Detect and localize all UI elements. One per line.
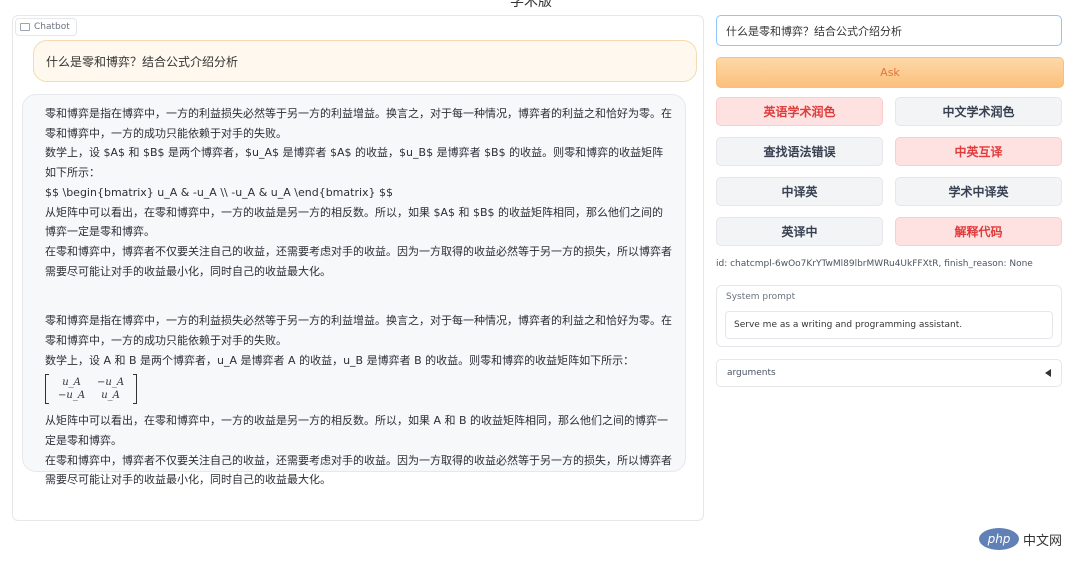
system-prompt-input[interactable]	[725, 311, 1053, 339]
status-id: id: chatcmpl-6wOo7KrYTwMl89lbrMWRu4UkFFX…	[716, 259, 1033, 269]
user-message-text: 什么是零和博弈？结合公式介绍分析	[46, 54, 239, 69]
system-prompt-label: System prompt	[726, 292, 796, 302]
chat-icon	[20, 23, 30, 31]
grammar-check-button[interactable]: 查找语法错误	[716, 137, 883, 166]
bot-raw-line: 在零和博弈中，博弈者不仅要关注自己的收益，还需要考虑对手的收益。因为一方取得的收…	[45, 244, 672, 278]
en-to-zh-button[interactable]: 英译中	[716, 217, 883, 246]
system-prompt-panel: System prompt	[716, 285, 1062, 347]
php-logo-icon: php	[979, 528, 1019, 550]
arguments-label: arguments	[727, 368, 776, 378]
bot-raw-line: 零和博弈是指在博弈中，一方的利益损失必然等于另一方的利益增益。换言之，对于每一种…	[45, 107, 672, 140]
chatbot-panel: Chatbot 什么是零和博弈？结合公式介绍分析 零和博弈是指在博弈中，一方的利…	[12, 15, 704, 521]
matrix-bracket-left	[45, 374, 49, 405]
bot-rendered-paragraph: 零和博弈是指在博弈中，一方的利益损失必然等于另一方的利益增益。换言之，对于每一种…	[45, 314, 672, 348]
chinese-polish-button[interactable]: 中文学术润色	[895, 97, 1062, 126]
bot-message: 零和博弈是指在博弈中，一方的利益损失必然等于另一方的利益增益。换言之，对于每一种…	[22, 94, 686, 486]
bot-raw-line: $$ \begin{bmatrix} u_A & -u_A \\ -u_A & …	[45, 185, 394, 199]
bot-raw-line: 数学上，设 $A$ 和 $B$ 是两个博弈者，$u_A$ 是博弈者 $A$ 的收…	[45, 146, 664, 180]
user-message: 什么是零和博弈？结合公式介绍分析	[33, 40, 697, 82]
matrix-cell: −u_A	[58, 390, 86, 402]
bot-raw-line: 从矩阵中可以看出，在零和博弈中，一方的收益是另一方的相反数。所以，如果 $A$ …	[45, 205, 664, 239]
matrix-cell: u_A	[101, 390, 120, 402]
bot-rendered-paragraph: 在零和博弈中，博弈者不仅要关注自己的收益，还需要考虑对手的收益。因为一方取得的收…	[45, 453, 672, 487]
bot-rendered-paragraph: 从矩阵中可以看出，在零和博弈中，一方的收益是另一方的相反数。所以，如果 A 和 …	[45, 414, 669, 447]
page-title-fragment: 学术版	[510, 0, 552, 10]
explain-code-button[interactable]: 解释代码	[895, 217, 1062, 246]
payoff-matrix: u_A −u_A −u_A u_A	[45, 371, 138, 407]
matrix-cell: u_A	[62, 377, 81, 389]
chatbot-label: Chatbot	[15, 18, 77, 36]
caret-left-icon	[1045, 369, 1051, 377]
arguments-accordion[interactable]: arguments	[716, 359, 1062, 387]
watermark-text: 中文网	[1023, 533, 1063, 549]
cn-en-translate-button[interactable]: 中英互译	[895, 137, 1062, 166]
bot-rendered-paragraph: 数学上，设 A 和 B 是两个博弈者，u_A 是博弈者 A 的收益，u_B 是博…	[45, 353, 635, 367]
zh-to-en-button[interactable]: 中译英	[716, 177, 883, 206]
matrix-bracket-right	[133, 374, 138, 405]
matrix-cell: −u_A	[97, 377, 125, 389]
watermark: php 中文网	[979, 528, 1062, 550]
academic-zh-to-en-button[interactable]: 学术中译英	[895, 177, 1062, 206]
chatbot-label-text: Chatbot	[34, 22, 70, 32]
query-input[interactable]	[716, 15, 1062, 46]
ask-button[interactable]: Ask	[716, 57, 1064, 88]
english-polish-button[interactable]: 英语学术润色	[716, 97, 883, 126]
